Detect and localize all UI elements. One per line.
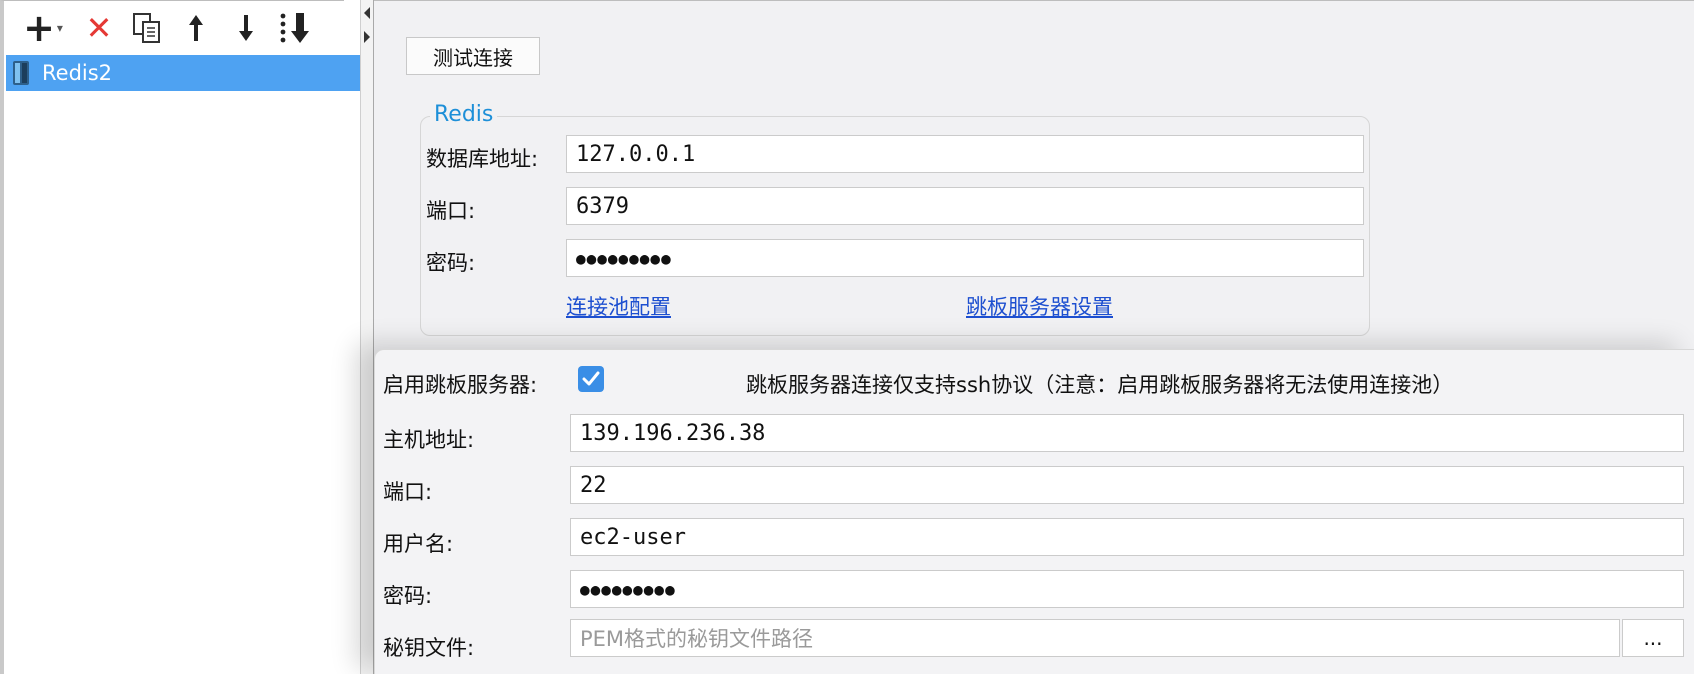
db-password-input[interactable]: ●●●●●●●●● (566, 239, 1364, 277)
move-bottom-button[interactable] (274, 8, 318, 48)
ssh-key-file-input[interactable]: PEM格式的秘钥文件路径 (570, 619, 1620, 657)
tree-item-redis2[interactable]: Redis2 (6, 55, 360, 91)
copy-icon (133, 13, 160, 43)
move-down-button[interactable] (228, 8, 264, 48)
redis-group-title: Redis (430, 102, 498, 127)
collapse-left-icon[interactable] (361, 6, 373, 20)
connection-toolbar: + ▾ ✕ (4, 4, 340, 54)
ssh-password-label: 密码: (383, 584, 433, 608)
ssh-password-input[interactable]: ●●●●●●●●● (570, 570, 1684, 608)
db-port-input[interactable]: 6379 (566, 187, 1364, 225)
key-file-placeholder: PEM格式的秘钥文件路径 (580, 627, 814, 651)
plus-icon: + (23, 6, 55, 50)
chevron-down-icon: ▾ (56, 21, 63, 35)
pool-config-link[interactable]: 连接池配置 (566, 291, 671, 321)
jump-server-note: 跳板服务器连接仅支持ssh协议（注意：启用跳板服务器将无法使用连接池） (746, 373, 1454, 397)
ssh-username-input[interactable]: ec2-user (570, 518, 1684, 556)
enable-jump-server-checkbox[interactable] (578, 366, 604, 392)
tree-item-label: Redis2 (42, 61, 113, 85)
expand-right-icon[interactable] (361, 30, 373, 44)
db-host-input[interactable]: 127.0.0.1 (566, 135, 1364, 173)
ssh-username-label: 用户名: (383, 532, 454, 556)
ssh-host-input[interactable]: 139.196.236.38 (570, 414, 1684, 452)
arrow-up-icon (189, 15, 203, 41)
move-to-bottom-icon (280, 13, 309, 43)
connection-list-panel (0, 0, 344, 674)
add-connection-button[interactable]: + ▾ (16, 8, 70, 48)
db-port-label: 端口: (426, 199, 476, 223)
db-host-label: 数据库地址: (426, 147, 539, 171)
delete-icon: ✕ (85, 9, 113, 47)
copy-connection-button[interactable] (128, 8, 166, 48)
move-up-button[interactable] (178, 8, 214, 48)
delete-connection-button[interactable]: ✕ (82, 8, 116, 48)
split-divider[interactable] (360, 0, 374, 674)
checkmark-icon (582, 371, 600, 386)
arrow-down-icon (239, 15, 253, 41)
ssh-port-label: 端口: (383, 480, 433, 504)
test-connection-button[interactable]: 测试连接 (406, 37, 540, 75)
ssh-port-input[interactable]: 22 (570, 466, 1684, 504)
database-icon (13, 61, 29, 85)
enable-jump-server-label: 启用跳板服务器: (383, 373, 538, 397)
ssh-key-file-label: 秘钥文件: (383, 636, 475, 660)
jump-server-settings-link[interactable]: 跳板服务器设置 (966, 291, 1113, 321)
db-password-label: 密码: (426, 251, 476, 275)
browse-key-file-button[interactable]: ... (1622, 619, 1684, 657)
ssh-host-label: 主机地址: (383, 428, 475, 452)
